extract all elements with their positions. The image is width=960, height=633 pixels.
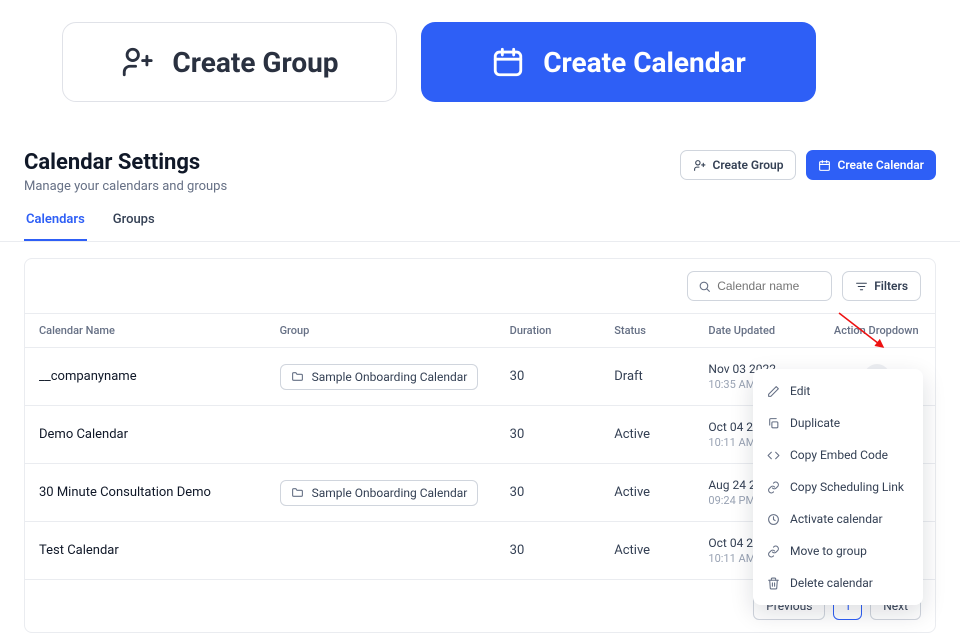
search-box[interactable] [687,271,832,301]
col-duration: Duration [496,314,601,348]
dropdown-edit-label: Edit [790,384,810,398]
cell-name: __companyname [25,348,266,406]
dropdown-link-label: Copy Scheduling Link [790,480,904,494]
col-action: Action Dropdown [820,314,935,348]
user-plus-icon [693,159,706,172]
cell-status: Active [600,406,694,464]
code-icon [767,449,780,462]
create-group-button-label: Create Group [172,46,338,79]
filters-label: Filters [874,279,908,293]
copy-icon [767,417,780,430]
dropdown-duplicate-label: Duplicate [790,416,840,430]
dropdown-edit[interactable]: Edit [753,375,923,407]
group-chip[interactable]: Sample Onboarding Calendar [280,364,479,390]
dropdown-copy-embed[interactable]: Copy Embed Code [753,439,923,471]
tab-groups-label: Groups [113,212,155,227]
create-group-button-large[interactable]: Create Group [62,22,397,102]
dropdown-move-label: Move to group [790,544,867,558]
trash-icon [767,577,780,590]
cell-name: Test Calendar [25,522,266,580]
cell-duration: 30 [496,348,601,406]
cell-group: Sample Onboarding Calendar [266,464,496,522]
calendar-icon [818,159,831,172]
cell-duration: 30 [496,406,601,464]
create-group-label: Create Group [712,158,783,172]
pencil-icon [767,385,780,398]
action-dropdown: Edit Duplicate Copy Embed Code Copy Sche… [753,369,923,605]
group-chip-label: Sample Onboarding Calendar [312,370,468,384]
dropdown-delete-label: Delete calendar [790,576,873,590]
create-group-button[interactable]: Create Group [680,150,796,180]
col-status: Status [600,314,694,348]
dropdown-duplicate[interactable]: Duplicate [753,407,923,439]
cell-group [266,522,496,580]
calendars-panel: Filters Calendar Name Group Duration Sta… [24,258,936,633]
tab-groups[interactable]: Groups [111,212,157,241]
create-calendar-button[interactable]: Create Calendar [806,150,936,180]
group-chip-label: Sample Onboarding Calendar [312,486,468,500]
tab-calendars[interactable]: Calendars [24,212,87,241]
cell-duration: 30 [496,522,601,580]
calendar-icon [491,45,525,79]
cell-duration: 30 [496,464,601,522]
cell-status: Draft [600,348,694,406]
col-group: Group [266,314,496,348]
group-chip[interactable]: Sample Onboarding Calendar [280,480,479,506]
dropdown-move[interactable]: Move to group [753,535,923,567]
dropdown-copy-link[interactable]: Copy Scheduling Link [753,471,923,503]
create-calendar-button-label: Create Calendar [543,46,746,79]
cell-group [266,406,496,464]
create-calendar-button-large[interactable]: Create Calendar [421,22,816,102]
search-icon [698,280,711,293]
cell-name: 30 Minute Consultation Demo [25,464,266,522]
page-subtitle: Manage your calendars and groups [24,179,227,194]
page-title: Calendar Settings [24,150,227,175]
col-name: Calendar Name [25,314,266,348]
col-updated: Date Updated [694,314,820,348]
dropdown-activate-label: Activate calendar [790,512,883,526]
filters-button[interactable]: Filters [842,271,921,301]
search-input[interactable] [717,279,821,293]
cell-status: Active [600,464,694,522]
dropdown-delete[interactable]: Delete calendar [753,567,923,599]
tabs: Calendars Groups [0,198,960,242]
dropdown-activate[interactable]: Activate calendar [753,503,923,535]
filter-icon [855,280,868,293]
cell-name: Demo Calendar [25,406,266,464]
clock-icon [767,513,780,526]
link-icon [767,481,780,494]
create-calendar-label: Create Calendar [837,158,924,172]
folder-icon [291,486,304,499]
cell-group: Sample Onboarding Calendar [266,348,496,406]
link-icon [767,545,780,558]
cell-status: Active [600,522,694,580]
dropdown-embed-label: Copy Embed Code [790,448,888,462]
folder-icon [291,370,304,383]
tab-calendars-label: Calendars [26,212,85,227]
user-plus-icon [120,45,154,79]
